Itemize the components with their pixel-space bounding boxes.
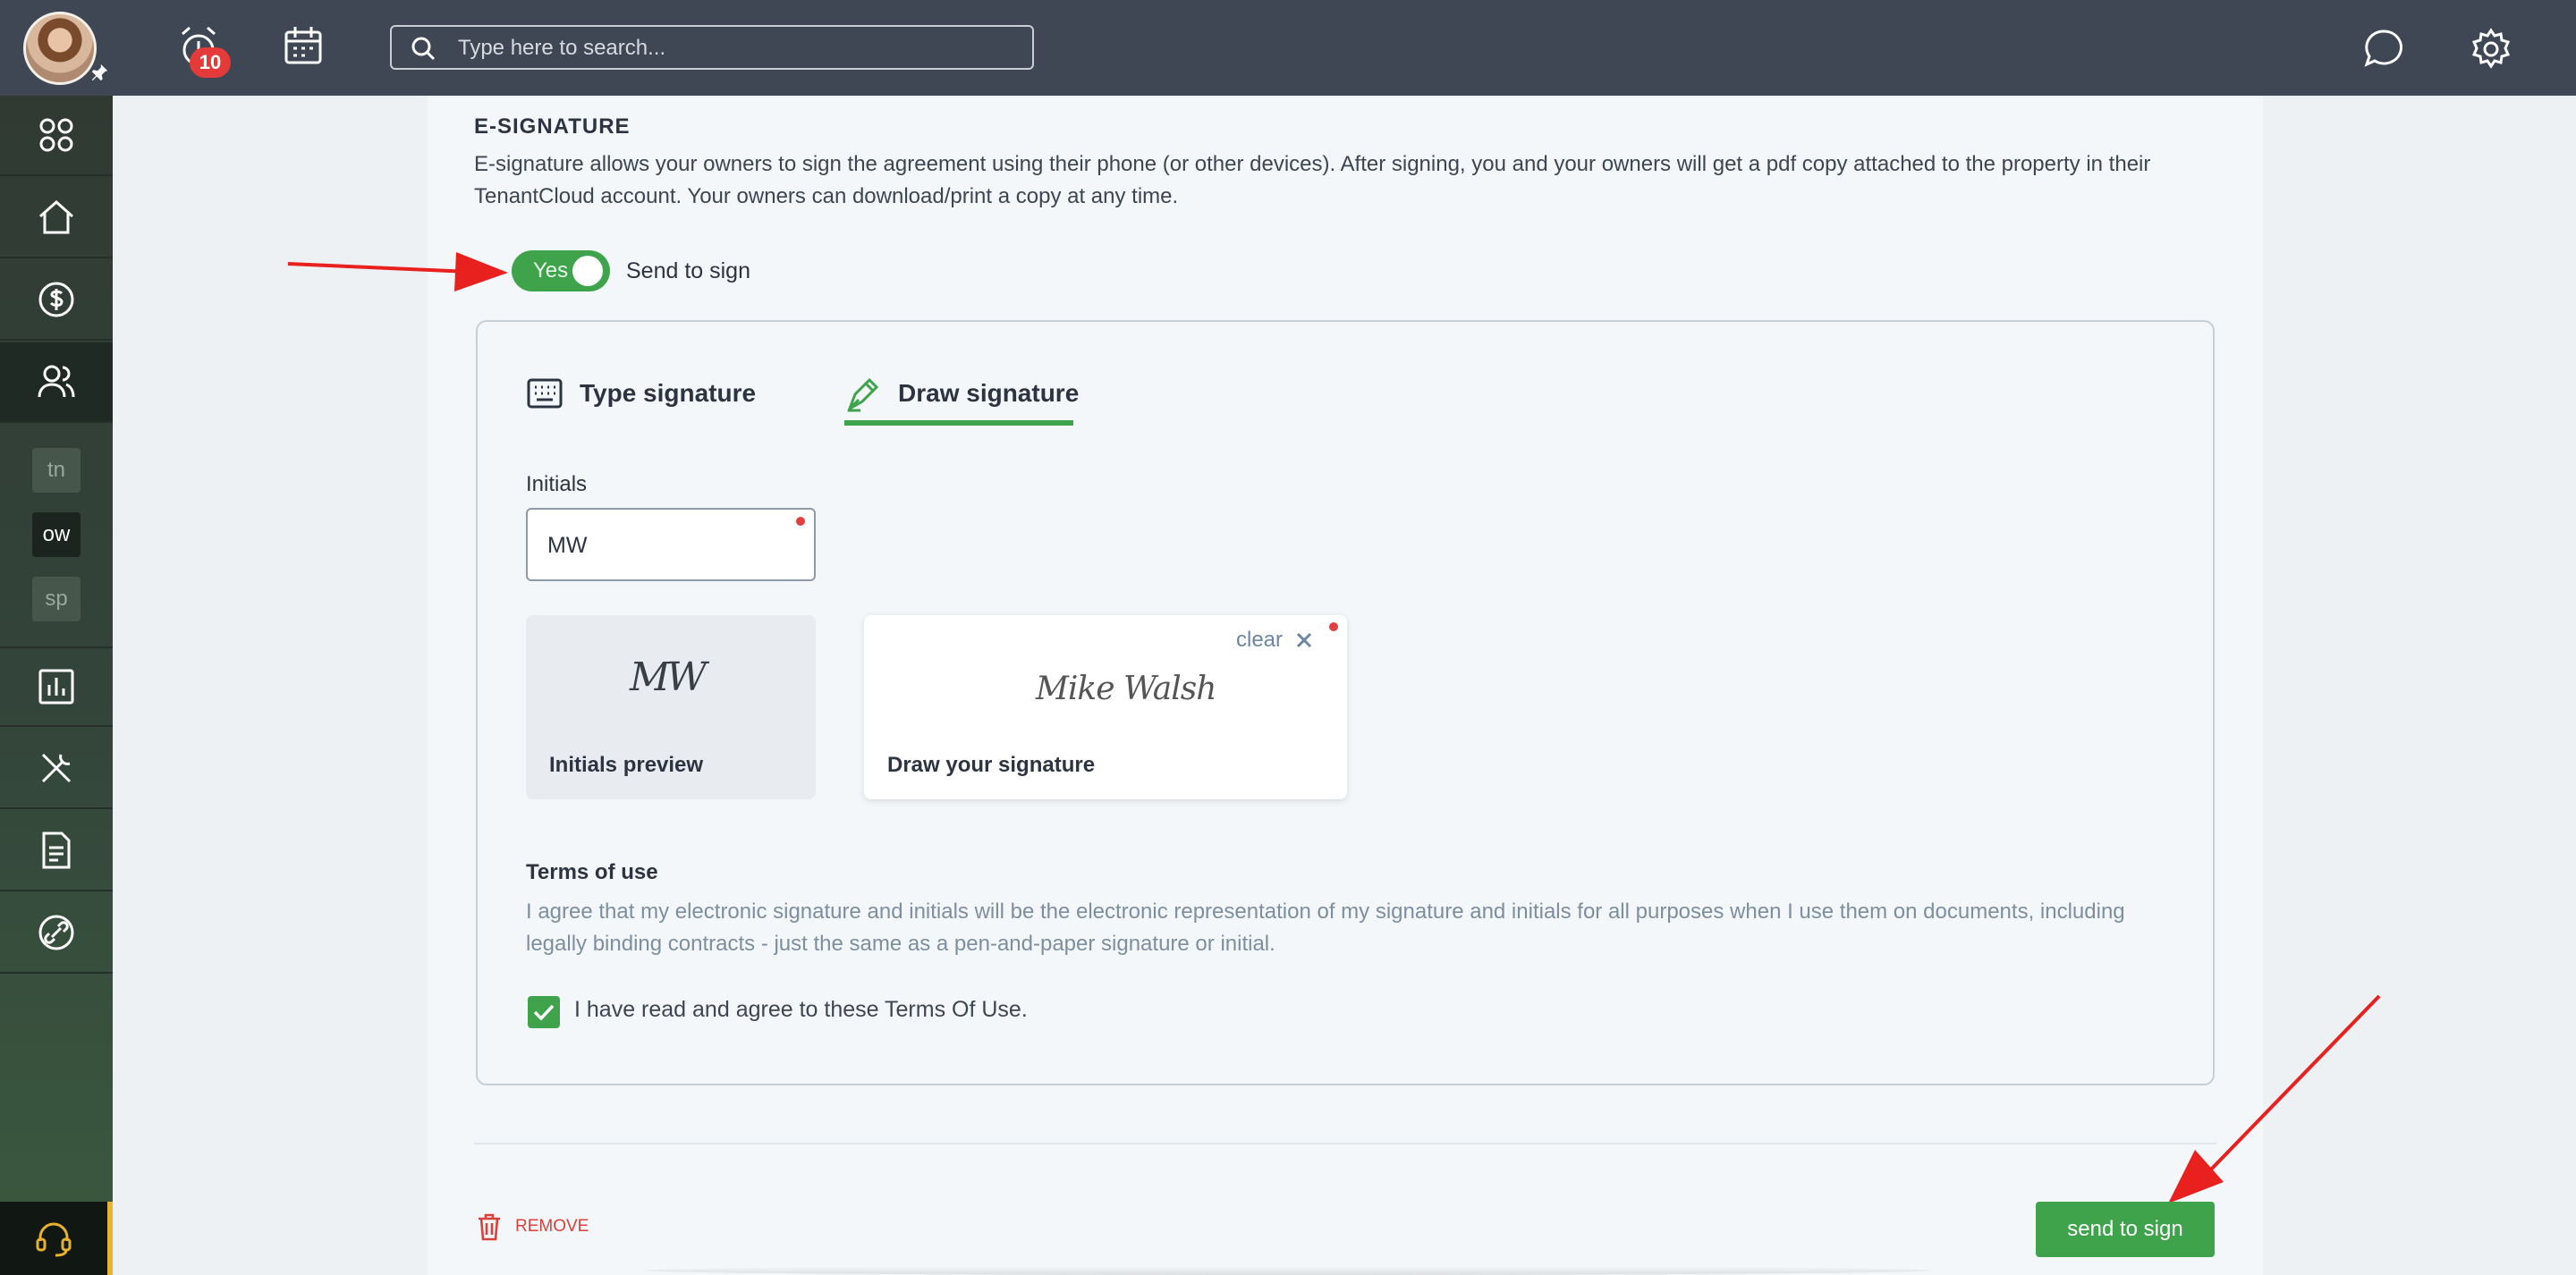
tab-draw-signature-label: Draw signature <box>898 379 1080 407</box>
avatar[interactable] <box>23 12 97 85</box>
initials-signature: MW <box>630 654 707 700</box>
dollar-circle-icon <box>38 282 74 317</box>
home-icon <box>39 199 73 234</box>
tools-icon <box>41 753 72 783</box>
toggle-label: Send to sign <box>626 258 750 283</box>
pen-nib-icon <box>847 377 879 412</box>
initials-preview-box: MW Initials preview <box>526 615 816 799</box>
close-icon <box>1296 632 1312 648</box>
document-icon <box>42 832 71 869</box>
sidebar-item-accounting[interactable] <box>0 260 113 341</box>
pin-icon <box>91 63 108 81</box>
headset-icon <box>36 1222 72 1257</box>
section-description: E-signature allows your owners to sign t… <box>474 152 2151 208</box>
sidebar-item-maintenance[interactable] <box>0 729 113 809</box>
remove-button[interactable]: REMOVE <box>476 1212 589 1241</box>
initials-preview-label: Initials preview <box>549 753 704 777</box>
tab-type-signature[interactable]: Type signature <box>526 367 756 420</box>
required-indicator-signature <box>1329 622 1338 631</box>
sidebar: tn ow sp <box>0 96 113 1275</box>
top-bar: 10 <box>0 0 2576 96</box>
section-divider <box>474 1143 2216 1144</box>
draw-signature-label: Draw your signature <box>887 753 1096 777</box>
sidebar-item-reports[interactable] <box>0 646 113 727</box>
bottom-shadow <box>644 1266 1932 1275</box>
toggle-yes-label: Yes <box>533 258 569 283</box>
sidebar-item-properties[interactable] <box>0 178 113 258</box>
required-indicator <box>796 517 805 526</box>
agree-checkbox[interactable] <box>528 996 560 1028</box>
bar-chart-icon <box>38 669 74 705</box>
link-icon <box>38 915 74 950</box>
active-tab-indicator <box>844 420 1073 426</box>
sidebar-item-documents[interactable] <box>0 811 113 891</box>
sidebar-item-links[interactable] <box>0 893 113 974</box>
agree-label: I have read and agree to these Terms Of … <box>574 997 1028 1022</box>
search-icon <box>411 37 436 61</box>
clear-signature-button[interactable]: clear <box>1236 628 1313 653</box>
trash-icon <box>479 1213 500 1241</box>
tab-type-signature-label: Type signature <box>580 379 757 407</box>
terms-title: Terms of use <box>526 860 658 884</box>
drawn-signature: Mike Walsh <box>1036 671 1216 707</box>
send-to-sign-toggle[interactable]: Yes <box>512 250 610 291</box>
tab-draw-signature[interactable]: Draw signature <box>844 367 1079 420</box>
sidebar-item-dashboard[interactable] <box>0 96 113 176</box>
search-box[interactable] <box>390 25 1034 70</box>
checkmark-icon <box>533 1004 555 1021</box>
clear-label: clear <box>1236 628 1284 652</box>
support-button[interactable] <box>0 1202 113 1275</box>
chat-icon[interactable] <box>2361 25 2406 73</box>
initials-field[interactable] <box>526 508 816 581</box>
sidebar-role-tn[interactable]: tn <box>32 448 80 493</box>
send-to-sign-button[interactable]: send to sign <box>2036 1202 2215 1257</box>
annotation-arrow-send <box>2168 994 2381 1203</box>
sidebar-item-contacts[interactable] <box>0 342 113 423</box>
dashboard-grid-icon <box>39 118 73 152</box>
settings-gear-icon[interactable] <box>2469 25 2513 73</box>
people-icon <box>38 365 75 398</box>
calendar-icon[interactable] <box>281 23 326 72</box>
sidebar-role-sp[interactable]: sp <box>32 577 80 621</box>
toggle-knob <box>572 256 603 286</box>
initials-input[interactable] <box>546 510 800 581</box>
remove-label: REMOVE <box>515 1217 589 1236</box>
search-input[interactable] <box>456 27 1014 70</box>
terms-text: I agree that my electronic signature and… <box>526 899 2125 956</box>
initials-label: Initials <box>526 472 588 496</box>
annotation-arrow-toggle <box>287 252 508 291</box>
sidebar-role-ow[interactable]: ow <box>32 512 80 557</box>
keyboard-icon <box>527 378 563 409</box>
notification-badge: 10 <box>190 47 231 78</box>
section-title: E-SIGNATURE <box>474 114 631 139</box>
